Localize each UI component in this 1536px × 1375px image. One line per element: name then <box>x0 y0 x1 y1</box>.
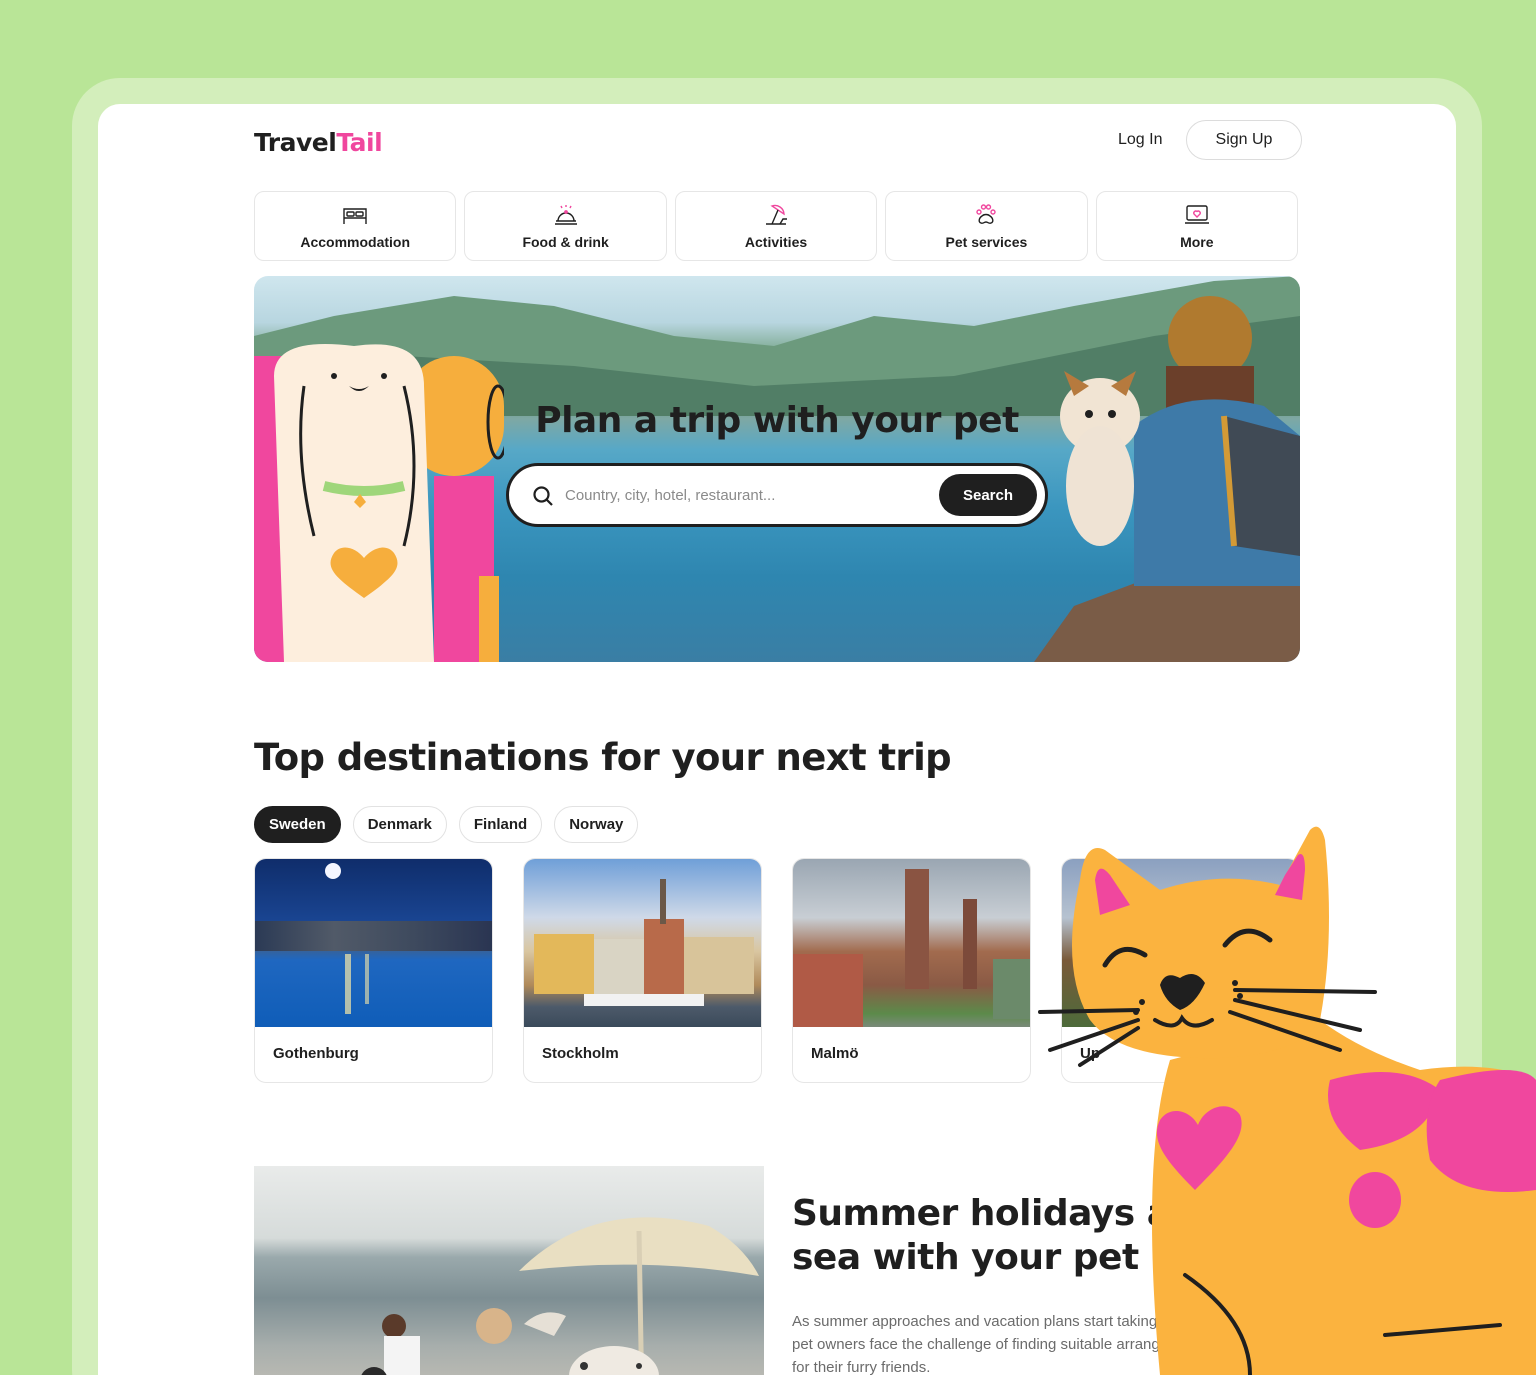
destination-name: Malmö <box>811 1045 859 1062</box>
tab-norway[interactable]: Norway <box>554 806 639 843</box>
laptop-heart-icon <box>1184 205 1209 224</box>
tab-finland[interactable]: Finland <box>458 806 543 843</box>
category-label: Activities <box>744 234 808 250</box>
beach-umbrella-icon <box>766 204 788 225</box>
category-label: Pet services <box>945 234 1028 250</box>
cat-illustration <box>1038 826 1536 1375</box>
category-food-drink[interactable]: Food & drink <box>464 191 667 261</box>
logo-text-travel: Travel <box>254 128 337 157</box>
category-pet-services[interactable]: Pet services <box>885 191 1088 261</box>
hero-search-bar: Search <box>506 463 1048 527</box>
destination-name: Stockholm <box>542 1045 619 1062</box>
logo[interactable]: TravelTail <box>254 128 383 157</box>
tab-denmark[interactable]: Denmark <box>352 806 447 843</box>
gothenburg-photo <box>255 859 492 1027</box>
search-input[interactable] <box>565 480 925 510</box>
beach-scene <box>361 1217 759 1375</box>
destination-card-gothenburg[interactable]: Gothenburg <box>254 858 493 1083</box>
stockholm-photo <box>524 859 761 1027</box>
destinations-title: Top destinations for your next trip <box>254 736 952 779</box>
destination-card-malmo[interactable]: Malmö <box>792 858 1031 1083</box>
category-nav: Accommodation Food & drink Activities Pe… <box>254 191 1299 261</box>
category-label: Food & drink <box>522 234 609 250</box>
hero-title: Plan a trip with your pet <box>535 400 1019 441</box>
bed-icon <box>343 208 367 224</box>
category-activities[interactable]: Activities <box>674 191 878 261</box>
malmo-photo <box>793 859 1030 1027</box>
beach-photo <box>254 1166 764 1375</box>
cloche-icon <box>554 205 577 225</box>
category-label: More <box>1180 234 1214 250</box>
category-more[interactable]: More <box>1095 191 1299 261</box>
logo-text-tail: Tail <box>336 128 383 157</box>
country-tabs: Sweden Denmark Finland Norway <box>254 806 639 843</box>
category-accommodation[interactable]: Accommodation <box>254 191 457 261</box>
login-button[interactable]: Log In <box>1102 120 1178 160</box>
category-label: Accommodation <box>300 234 411 250</box>
hero-banner: Plan a trip with your pet Search <box>254 276 1300 662</box>
traveler-photo <box>1034 296 1300 662</box>
tab-sweden[interactable]: Sweden <box>254 806 341 843</box>
search-icon <box>533 486 553 506</box>
search-button[interactable]: Search <box>939 474 1037 516</box>
destination-name: Gothenburg <box>273 1045 359 1062</box>
paw-icon <box>976 204 997 224</box>
dog-illustration <box>254 344 504 662</box>
destination-card-stockholm[interactable]: Stockholm <box>523 858 762 1083</box>
signup-button[interactable]: Sign Up <box>1186 120 1302 160</box>
